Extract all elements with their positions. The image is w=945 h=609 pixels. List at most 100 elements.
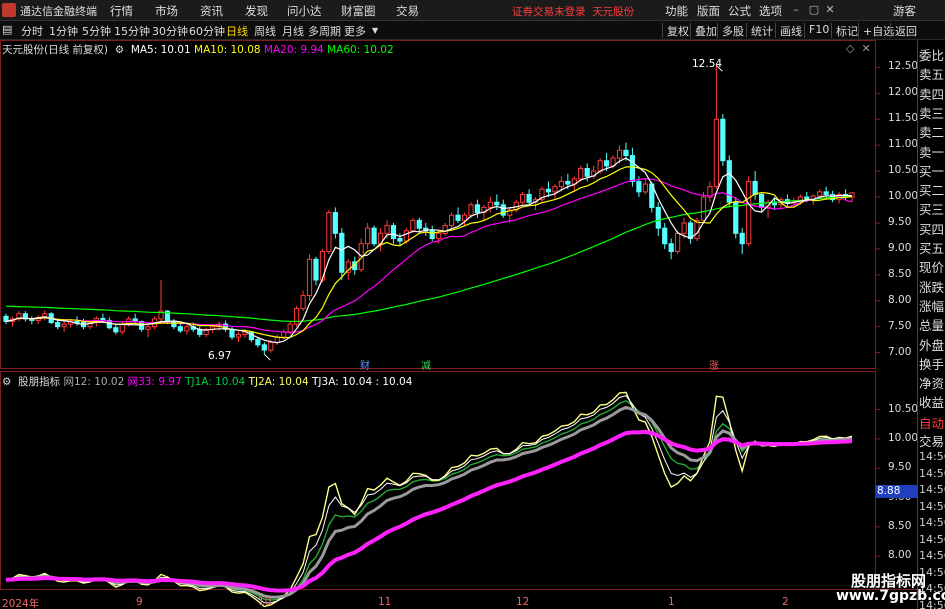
price-tick-9: 8.00 <box>888 293 912 306</box>
candle-body <box>578 168 584 180</box>
minimize-icon[interactable]: – <box>788 2 804 18</box>
chart-area[interactable] <box>0 40 917 609</box>
period-tab-monthly[interactable]: 月线 <box>282 23 304 39</box>
tj2a-line <box>5 391 853 608</box>
candle-body <box>74 321 80 324</box>
candle-body <box>616 149 623 159</box>
w12-line <box>5 405 853 599</box>
candle-body <box>403 230 409 242</box>
period-tab-intraday[interactable]: 分时 <box>21 23 43 39</box>
candle-body <box>184 326 190 332</box>
menu-item-quotes[interactable]: 行情 <box>110 3 133 19</box>
toolbar-add-watchlist-button[interactable]: +自选 <box>858 23 894 38</box>
candle-body <box>526 193 532 203</box>
more-chevron-down-icon[interactable]: ▼ <box>372 26 378 35</box>
candle-body <box>461 214 468 221</box>
trade-time-3: 14:56 <box>919 499 945 513</box>
toolbar-stats-button[interactable]: 统计 <box>746 23 773 38</box>
menu-item-function[interactable]: 功能 <box>665 3 688 19</box>
trade-label[interactable]: 交易 <box>919 432 945 451</box>
menu-item-trade[interactable]: 交易 <box>396 3 419 19</box>
toolbar-adjust-button[interactable]: 复权 <box>662 23 689 38</box>
price-tick-6: 9.50 <box>888 215 912 228</box>
menu-item-market[interactable]: 市场 <box>155 3 178 19</box>
toolbar-overlay-button[interactable]: 叠加 <box>690 23 717 38</box>
event-rise-marker[interactable]: 涨 <box>709 357 719 372</box>
candle-body <box>681 222 687 234</box>
candle-body <box>261 344 267 351</box>
candle-body <box>365 227 371 245</box>
period-tab-1min[interactable]: 1分钟 <box>49 23 78 39</box>
toolbar-multistock-button[interactable]: 多股 <box>717 23 744 38</box>
candle-body <box>713 118 719 188</box>
low-annotation: 6.97 <box>208 350 232 362</box>
trade-time-2: 14:56 <box>919 483 945 496</box>
event-finance-marker[interactable]: 财 <box>360 357 370 372</box>
candle-body <box>720 118 726 162</box>
restore-icon[interactable]: ▢ <box>806 2 822 18</box>
menu-item-formula[interactable]: 公式 <box>728 3 751 19</box>
auto-trade-label[interactable]: 自动 <box>919 414 945 433</box>
toolbar-mark-button[interactable]: 标记 <box>831 23 858 38</box>
menu-item-options[interactable]: 选项 <box>759 3 782 19</box>
candle-body <box>429 230 435 240</box>
quote-label-7: 买二 <box>919 183 945 199</box>
price-tick-2: 11.50 <box>888 112 919 125</box>
price-tick-0: 12.50 <box>888 60 919 73</box>
candle-body <box>668 243 674 252</box>
candle-body <box>629 155 636 182</box>
menu-item-discover[interactable]: 发现 <box>245 3 268 19</box>
ma5-line <box>5 157 853 344</box>
candle-body <box>442 225 448 234</box>
trade-time-1: 14:56 <box>919 466 945 480</box>
quote-label-11: 现价 <box>919 260 945 276</box>
menu-item-news[interactable]: 资讯 <box>200 3 223 19</box>
tj3a-line <box>5 395 853 604</box>
event-reduce-marker[interactable]: 减 <box>421 357 431 372</box>
period-tab-multi[interactable]: 多周期 <box>308 23 341 39</box>
quote-label-6: 买一 <box>919 163 945 179</box>
close-icon[interactable]: ✕ <box>822 2 838 18</box>
guest-user[interactable]: 游客 <box>893 3 916 19</box>
toolbar-draw-button[interactable]: 画线 <box>775 23 802 38</box>
menu-item-layout[interactable]: 版面 <box>697 3 720 19</box>
period-tab-list-icon[interactable]: ▤ <box>2 23 12 36</box>
trade-time-6: 14:56 <box>919 549 945 562</box>
candle-body <box>384 225 390 234</box>
app-title: 通达信金融终端 <box>20 5 97 18</box>
period-tab-30min[interactable]: 30分钟 <box>152 23 188 39</box>
candle-body <box>339 232 345 273</box>
candle-body <box>449 214 455 227</box>
quote-label-13: 涨幅 <box>919 298 945 314</box>
indicator-tick-4: 8.50 <box>888 519 912 532</box>
candle-body <box>171 321 177 328</box>
price-tick-5: 10.00 <box>888 190 919 203</box>
menu-item-wealth[interactable]: 财富圈 <box>341 3 376 19</box>
period-tab-more[interactable]: 更多 <box>344 23 366 39</box>
menu-bar: 通达信金融终端 行情 市场 资讯 发现 问小达 财富圈 交易 证券交易未登录 天… <box>0 0 945 21</box>
price-tick-10: 7.50 <box>888 319 912 332</box>
candle-body <box>229 328 235 338</box>
high-annotation: 12.54 <box>692 58 723 70</box>
period-tab-5min[interactable]: 5分钟 <box>82 23 111 39</box>
period-tab-60min[interactable]: 60分钟 <box>189 23 225 39</box>
price-tick-4: 10.50 <box>888 164 919 177</box>
candle-body <box>145 326 151 330</box>
candle-body <box>474 204 481 214</box>
quote-label-0: 委比 <box>919 48 945 63</box>
menu-item-ask[interactable]: 问小达 <box>287 3 322 19</box>
period-tab-15min[interactable]: 15分钟 <box>114 23 150 39</box>
candle-body <box>468 204 474 216</box>
date-tick-6: 2 <box>782 596 789 608</box>
period-tab-daily[interactable]: 日线 <box>226 23 248 39</box>
current-stock-name: 天元股份 <box>592 6 635 18</box>
candle-body <box>455 214 461 221</box>
candle-body <box>558 180 564 188</box>
period-tab-weekly[interactable]: 周线 <box>254 23 276 39</box>
candle-body <box>603 160 610 167</box>
candle-body <box>545 188 552 193</box>
toolbar-f10-button[interactable]: F10 <box>804 23 829 38</box>
date-tick-4: 12 <box>516 596 530 608</box>
toolbar-back-button[interactable]: 返回 <box>890 23 917 38</box>
trade-time-0: 14:56 <box>919 450 945 463</box>
